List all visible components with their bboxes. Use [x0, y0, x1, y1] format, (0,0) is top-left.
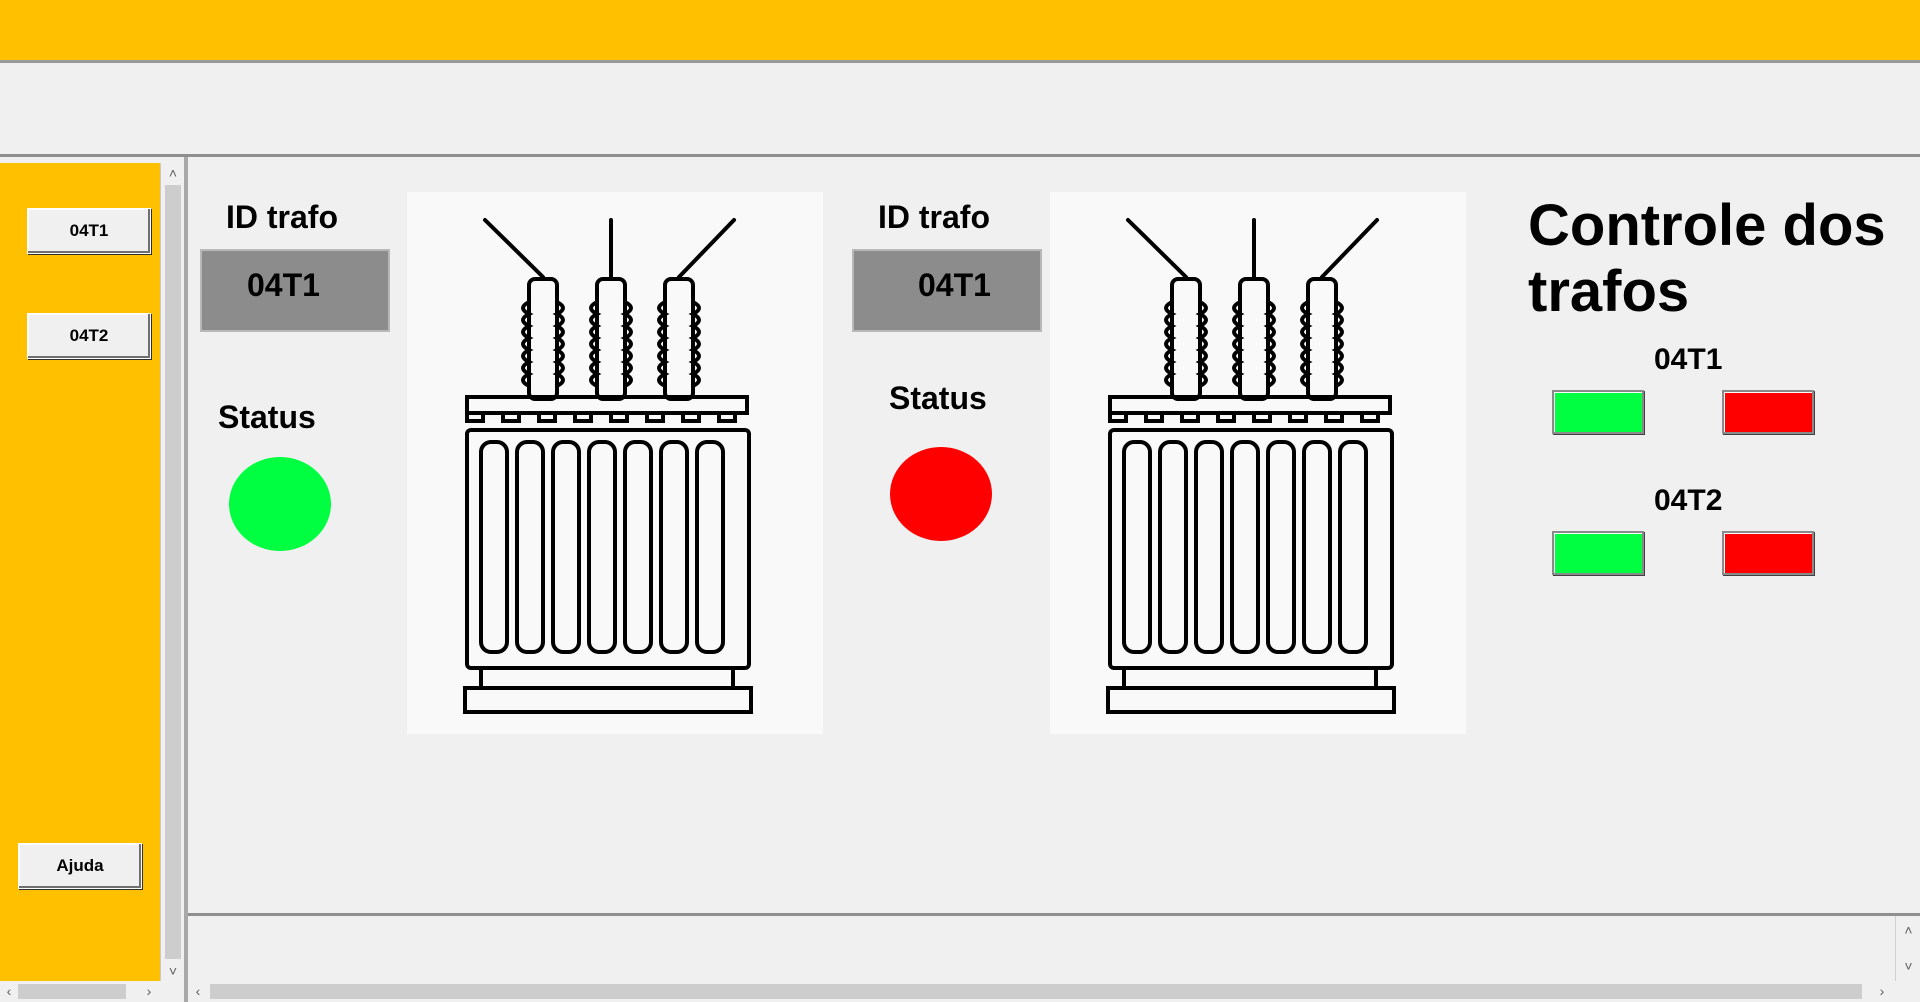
- sidebar-horizontal-scrollbar[interactable]: ‹ ›: [0, 981, 184, 1002]
- main-panel: ID trafo 04T1 Status ID trafo 04T1 Statu…: [188, 157, 1920, 913]
- 04t2-on-button[interactable]: [1552, 531, 1644, 575]
- scroll-thumb[interactable]: [165, 185, 181, 959]
- 04t1-on-button[interactable]: [1552, 390, 1644, 434]
- main-horizontal-scrollbar[interactable]: ‹ ›: [188, 981, 1920, 1002]
- sidebar: 04T1 04T2 Ajuda: [0, 163, 160, 981]
- scroll-right-icon[interactable]: ›: [1872, 981, 1892, 1002]
- toolbar-area: [0, 63, 1920, 156]
- status-indicator: [229, 457, 331, 551]
- bottom-panel: [188, 916, 1895, 981]
- title-bar: [0, 0, 1920, 60]
- status-label: Status: [218, 399, 316, 435]
- control-title: Controle dos trafos: [1528, 193, 1886, 324]
- transformer-icon: [407, 192, 823, 734]
- scroll-left-icon[interactable]: ‹: [188, 981, 208, 1002]
- nav-button-04t2[interactable]: 04T2: [27, 313, 151, 359]
- scroll-thumb[interactable]: [18, 984, 126, 999]
- scroll-left-icon[interactable]: ‹: [0, 981, 18, 1002]
- scroll-right-icon[interactable]: ›: [140, 981, 158, 1002]
- id-label: ID trafo: [226, 199, 338, 235]
- id-value: 04T1: [247, 267, 320, 303]
- id-label: ID trafo: [878, 199, 990, 235]
- 04t1-off-button[interactable]: [1722, 390, 1814, 434]
- scroll-down-icon[interactable]: ˅: [1896, 956, 1920, 976]
- id-value-box: 04T1: [200, 249, 390, 332]
- scroll-up-icon[interactable]: ˄: [1896, 920, 1920, 940]
- scroll-thumb[interactable]: [210, 984, 1862, 999]
- id-value: 04T1: [918, 267, 991, 303]
- nav-button-04t1[interactable]: 04T1: [27, 208, 151, 254]
- 04t2-off-button[interactable]: [1722, 531, 1814, 575]
- sidebar-vertical-scrollbar[interactable]: ˄ ˅: [160, 163, 185, 981]
- bottom-vertical-scrollbar[interactable]: ˄ ˅: [1895, 916, 1920, 981]
- status-indicator: [890, 447, 992, 541]
- control-group-label: 04T1: [1654, 343, 1723, 376]
- id-value-box: 04T1: [852, 249, 1042, 332]
- transformer-icon: [1050, 192, 1466, 734]
- status-label: Status: [889, 380, 987, 416]
- scroll-down-icon[interactable]: ˅: [161, 961, 185, 981]
- control-group-label: 04T2: [1654, 484, 1723, 517]
- help-button[interactable]: Ajuda: [18, 843, 142, 889]
- scroll-up-icon[interactable]: ˄: [161, 163, 185, 183]
